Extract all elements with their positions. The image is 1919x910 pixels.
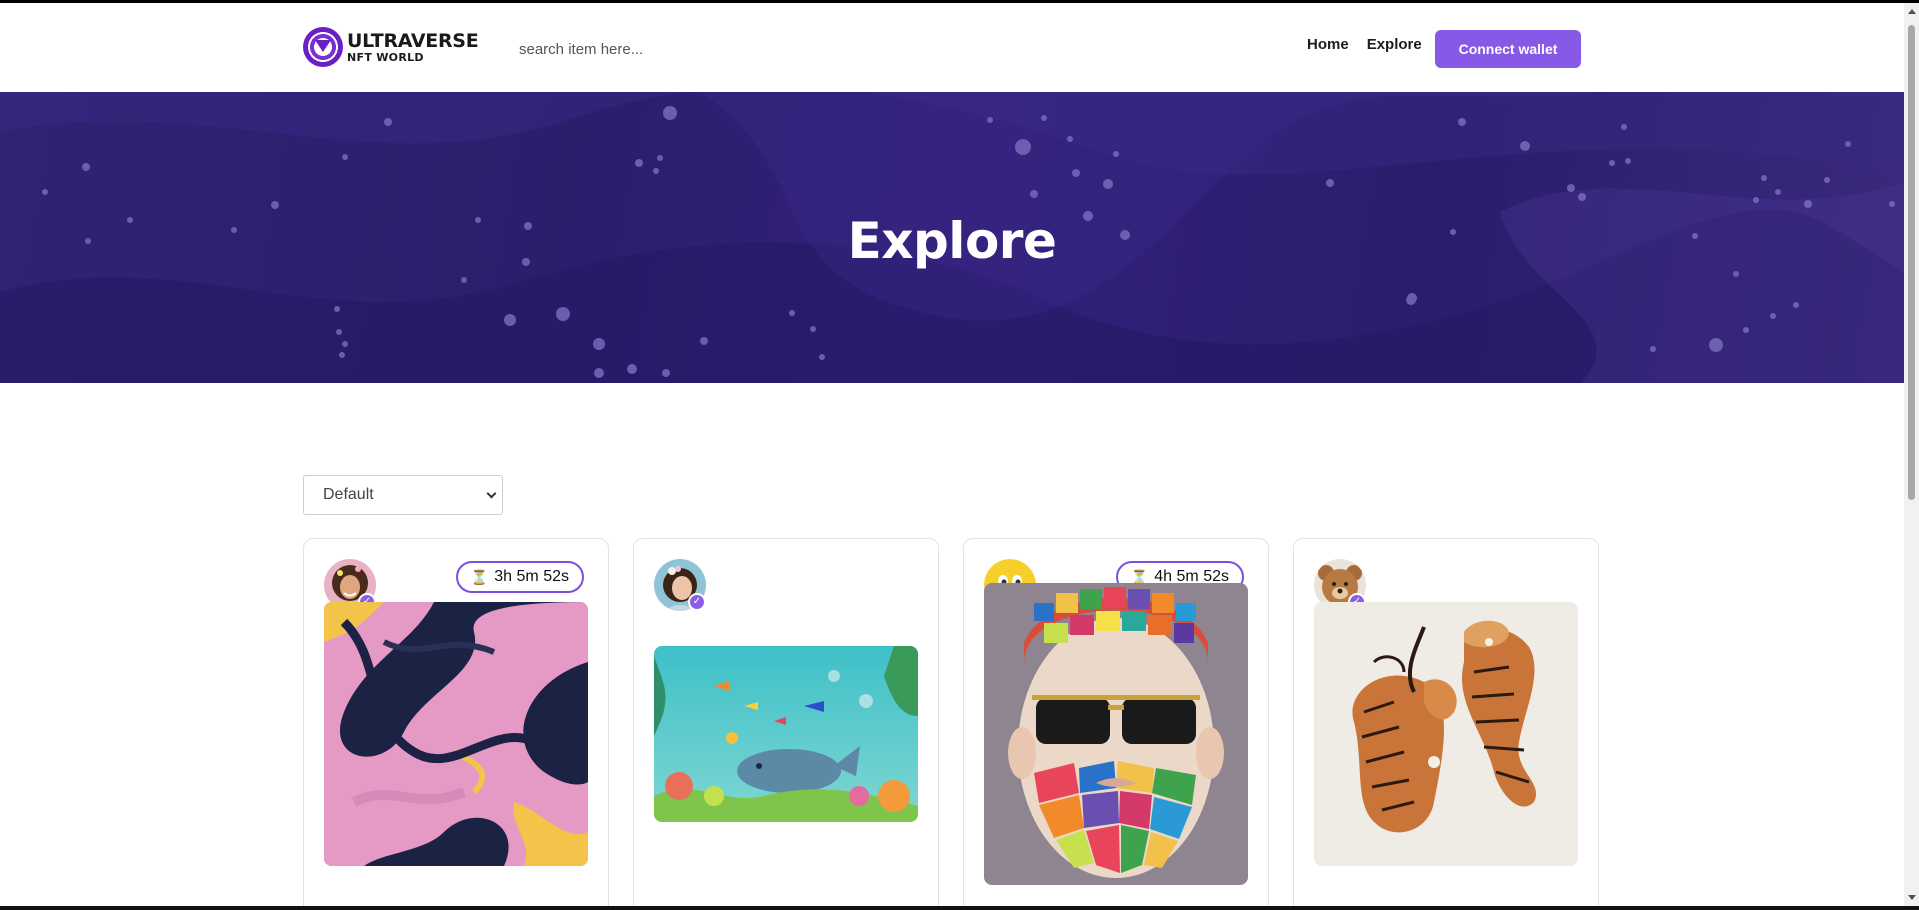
brand-line1: ULTRAVERSE <box>347 29 479 52</box>
nft-card[interactable]: ✓ <box>1293 538 1599 906</box>
chevron-down-icon <box>486 488 497 499</box>
nft-card[interactable]: ✓ <box>633 538 939 906</box>
sort-selected-value: Default <box>323 486 374 503</box>
verified-check-icon: ✓ <box>688 593 706 611</box>
nft-artwork[interactable] <box>654 646 918 822</box>
main-nav: Home Explore <box>1307 36 1422 53</box>
connect-wallet-button[interactable]: Connect wallet <box>1435 30 1581 68</box>
nft-card[interactable]: ✓ ⏳ 4h 5m 52s <box>963 538 1269 906</box>
nft-artwork[interactable] <box>324 602 588 866</box>
browser-viewport: ULTRAVERSE NFT WORLD Home Explore Connec… <box>0 3 1904 906</box>
window-bottom-edge <box>0 906 1919 910</box>
scrollbar-thumb[interactable] <box>1908 25 1915 500</box>
auction-timer: ⏳ 3h 5m 52s <box>455 561 584 593</box>
page-scrollbar[interactable] <box>1904 3 1919 906</box>
scroll-up-arrow-icon[interactable] <box>1908 9 1916 14</box>
mosaic-beard-man-art-image <box>984 583 1248 885</box>
brand-logo[interactable]: ULTRAVERSE NFT WORLD <box>303 27 479 67</box>
nav-explore-link[interactable]: Explore <box>1367 36 1422 53</box>
site-header: ULTRAVERSE NFT WORLD Home Explore Connec… <box>0 3 1904 92</box>
brand-line2: NFT WORLD <box>347 50 424 64</box>
pink-yellow-fluid-art-image <box>324 602 588 866</box>
underwater-whale-art-image <box>654 646 918 822</box>
brand-text: ULTRAVERSE NFT WORLD <box>347 29 479 64</box>
timer-text: 3h 5m 52s <box>494 568 569 585</box>
scroll-down-arrow-icon[interactable] <box>1908 895 1916 900</box>
two-tigers-art-image <box>1314 602 1578 866</box>
hourglass-icon: ⏳ <box>470 568 489 585</box>
nav-home-link[interactable]: Home <box>1307 36 1349 53</box>
diamond-logo-icon <box>303 27 343 67</box>
hero-banner: Explore <box>0 92 1904 383</box>
sort-dropdown[interactable]: Default <box>303 475 503 515</box>
nft-artwork[interactable] <box>1314 602 1578 866</box>
nft-card[interactable]: ✓ ⏳ 3h 5m 52s <box>303 538 609 906</box>
page-title: Explore <box>847 212 1057 270</box>
search-input[interactable] <box>508 30 808 68</box>
creator-avatar[interactable]: ✓ <box>654 559 706 611</box>
nft-artwork[interactable] <box>984 583 1248 885</box>
